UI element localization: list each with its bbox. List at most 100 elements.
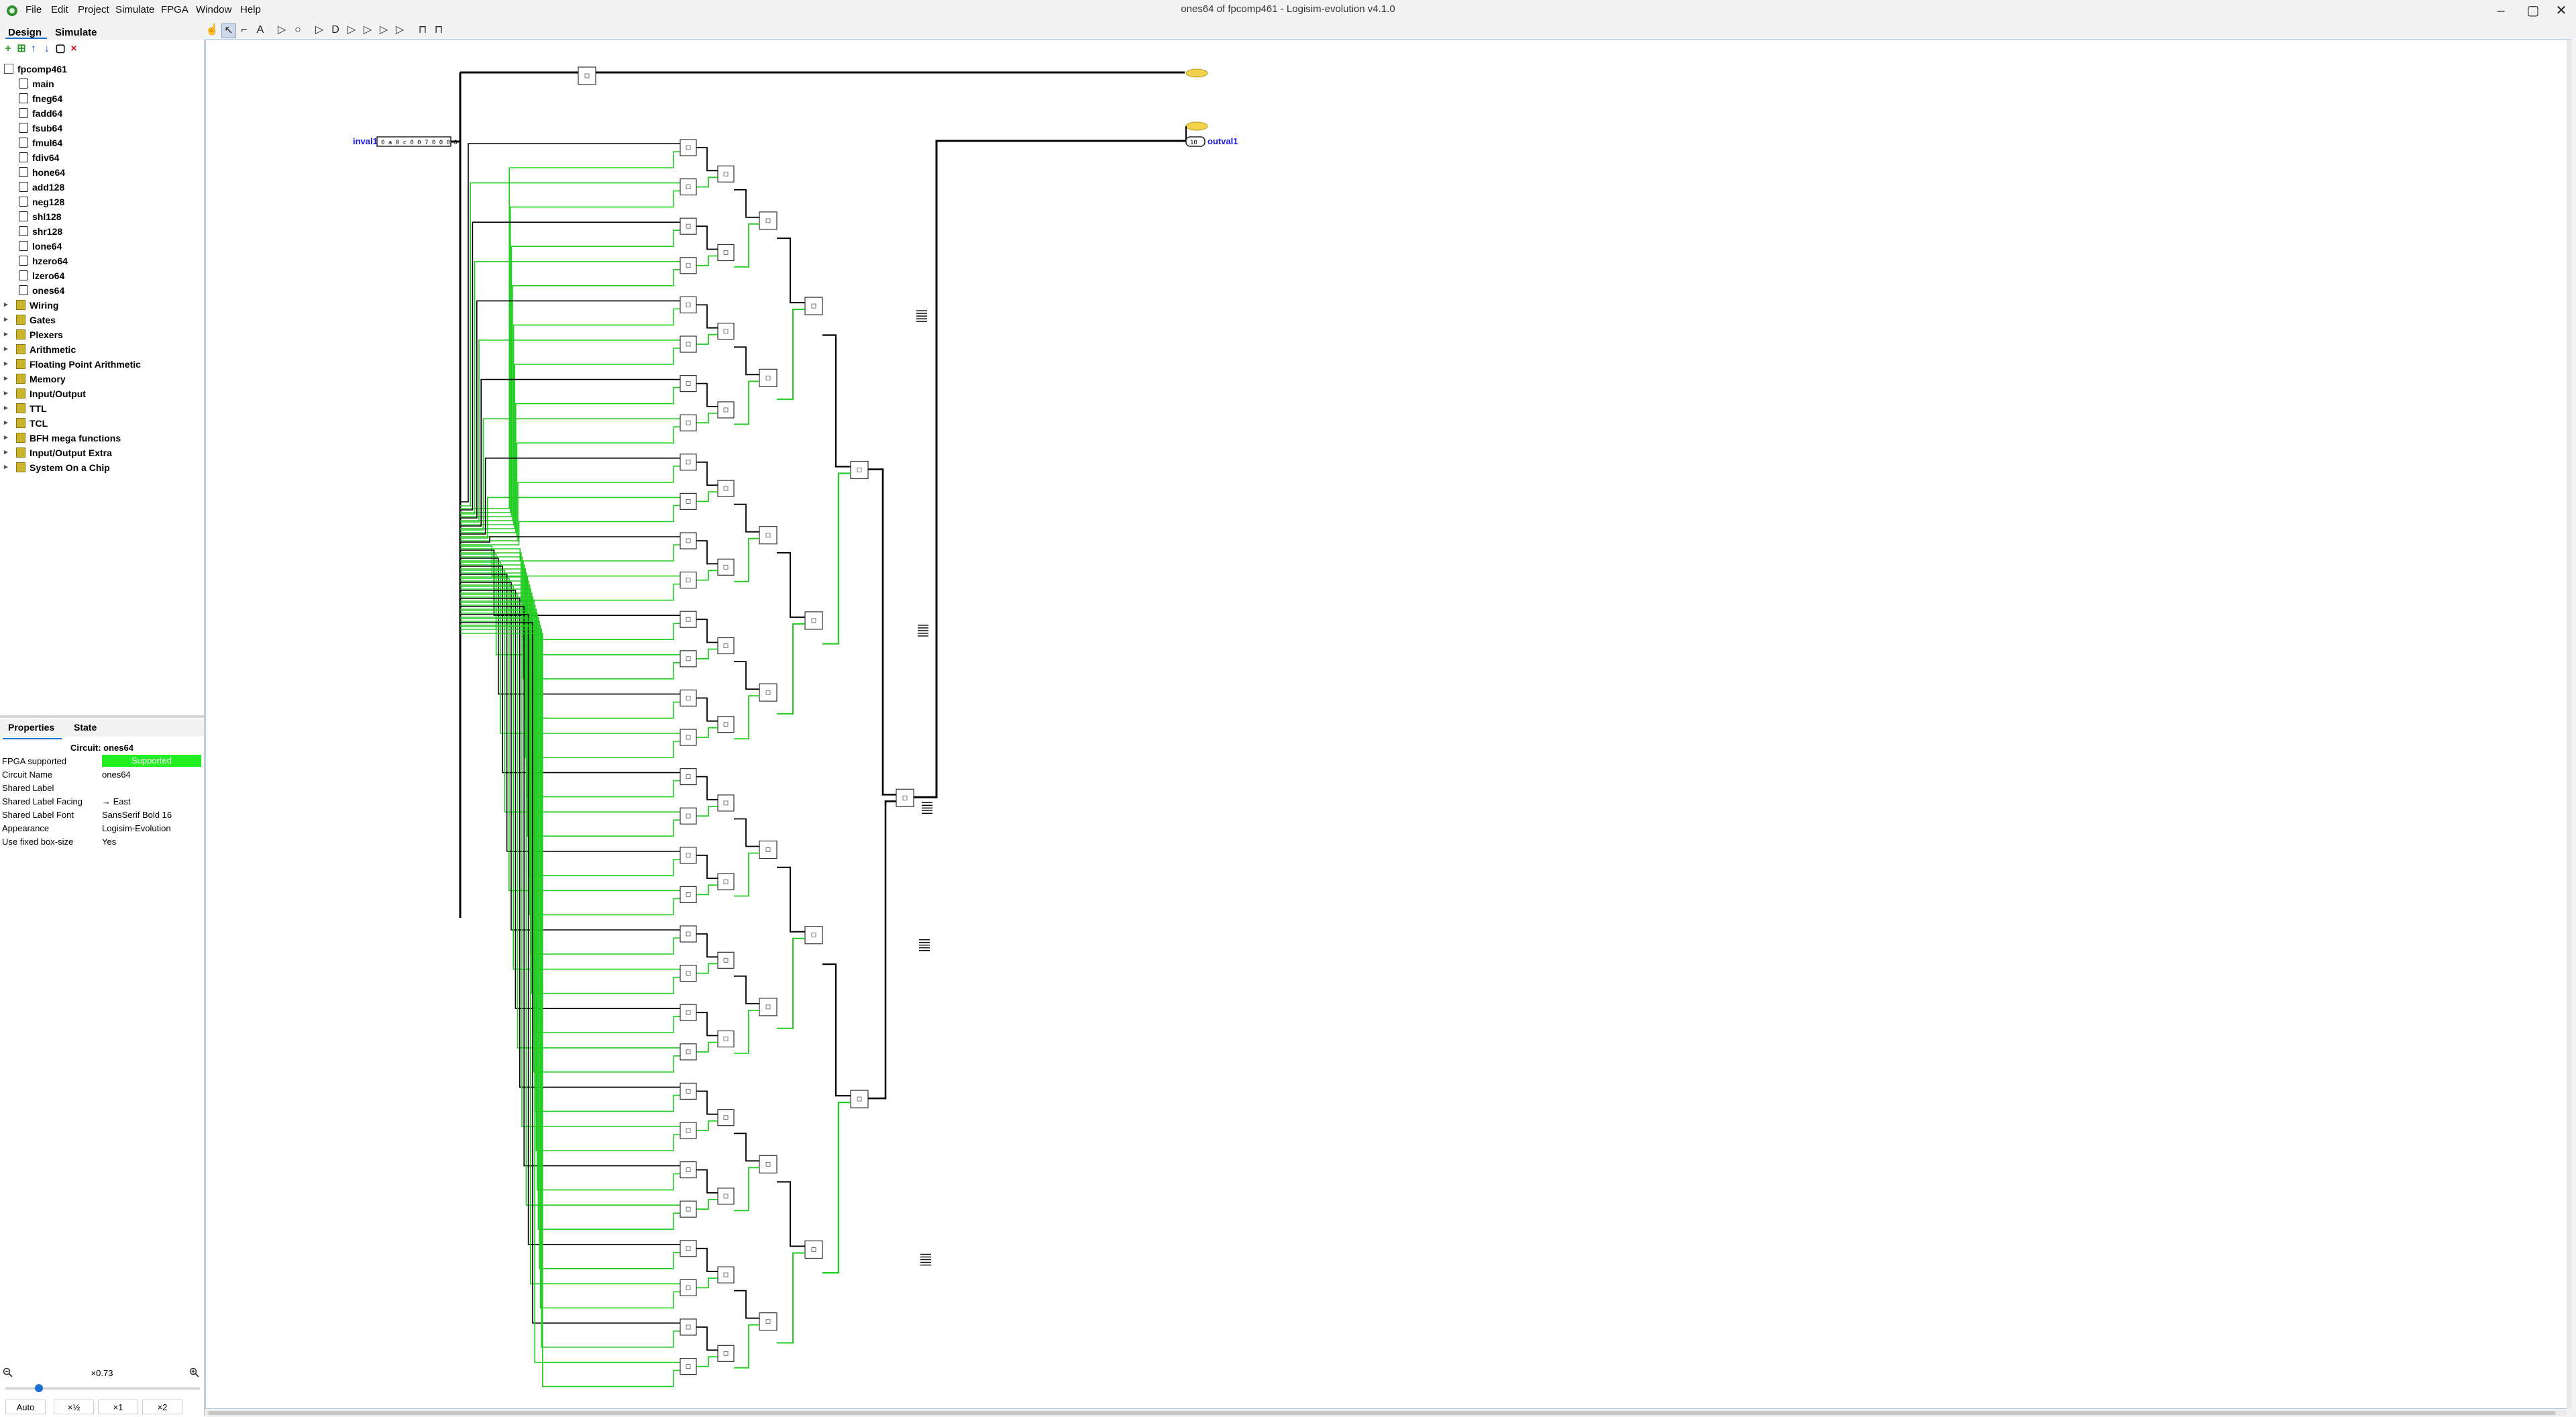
tree-circuit-fneg64[interactable]: fneg64 <box>0 91 204 106</box>
tab-properties[interactable]: Properties <box>8 722 54 733</box>
adder-l2 <box>717 637 735 655</box>
input-pin-icon[interactable]: ▷ <box>275 23 288 37</box>
zoom-auto-button[interactable]: Auto <box>5 1400 46 1414</box>
close-icon[interactable]: ✕ <box>2542 0 2576 21</box>
menu-project[interactable]: Project <box>78 4 109 15</box>
tree-library-6[interactable]: ▸ Input/Output <box>0 386 204 401</box>
property-row[interactable]: FPGA supported Supported <box>0 754 204 768</box>
tree-library-7[interactable]: ▸ TTL <box>0 401 204 416</box>
zoom-in-icon[interactable] <box>189 1367 200 1378</box>
nand-gate-icon[interactable]: ▷ <box>377 23 390 37</box>
property-value[interactable]: ones64 <box>102 770 131 780</box>
circuit-drawing[interactable]: 0 a 0 c 0 0 7 0 0 0 0 10 <box>205 39 2567 1408</box>
add-circuit-icon[interactable]: + <box>3 43 13 55</box>
menu-edit[interactable]: Edit <box>51 4 68 15</box>
xor-gate-icon[interactable]: ▷ <box>361 23 374 37</box>
tree-library-1[interactable]: ▸ Gates <box>0 313 204 327</box>
tab-design[interactable]: Design <box>8 27 42 38</box>
property-row[interactable]: Appearance Logisim-Evolution <box>0 821 204 835</box>
property-value[interactable]: → East <box>102 796 131 806</box>
and-gate-icon[interactable]: D <box>329 23 342 37</box>
tree-library-10[interactable]: ▸ Input/Output Extra <box>0 445 204 460</box>
zoom-1x-button[interactable]: ×1 <box>98 1400 138 1414</box>
tree-circuit-fdiv64[interactable]: fdiv64 <box>0 150 204 165</box>
tree-circuit-shr128[interactable]: shr128 <box>0 224 204 239</box>
add-vhdl-icon[interactable]: ⊞ <box>16 43 27 55</box>
tree-library-11[interactable]: ▸ System On a Chip <box>0 460 204 475</box>
move-down-icon[interactable]: ↓ <box>42 43 52 55</box>
property-row[interactable]: Shared Label Facing → East <box>0 794 204 808</box>
tool-extra-2-icon[interactable]: ⊓ <box>432 23 445 37</box>
tree-library-3[interactable]: ▸ Arithmetic <box>0 342 204 357</box>
property-row[interactable]: Use fixed box-size Yes <box>0 835 204 848</box>
tree-circuit-fadd64[interactable]: fadd64 <box>0 106 204 121</box>
vertical-scrollbar[interactable] <box>2567 40 2572 1409</box>
delete-icon[interactable]: × <box>68 43 79 55</box>
zoom-slider-thumb[interactable] <box>35 1384 43 1392</box>
menu-simulate[interactable]: Simulate <box>115 4 154 15</box>
expand-arrow-icon[interactable]: ▸ <box>4 433 8 441</box>
tree-circuit-neg128[interactable]: neg128 <box>0 195 204 209</box>
expand-arrow-icon[interactable]: ▸ <box>4 418 8 427</box>
tab-state[interactable]: State <box>74 722 97 733</box>
expand-arrow-icon[interactable]: ▸ <box>4 344 8 353</box>
menu-file[interactable]: File <box>25 4 42 15</box>
nor-gate-icon[interactable]: ▷ <box>393 23 407 37</box>
edit-appearance-icon[interactable]: ▢ <box>55 43 66 55</box>
circuit-icon <box>19 226 28 236</box>
tree-circuit-fmul64[interactable]: fmul64 <box>0 136 204 150</box>
tree-library-5[interactable]: ▸ Memory <box>0 372 204 386</box>
property-row[interactable]: Shared Label <box>0 781 204 794</box>
tree-library-9[interactable]: ▸ BFH mega functions <box>0 431 204 445</box>
adder-wire <box>734 537 759 582</box>
expand-arrow-icon[interactable]: ▸ <box>4 359 8 368</box>
property-row[interactable]: Circuit Name ones64 <box>0 768 204 781</box>
expand-arrow-icon[interactable]: ▸ <box>4 403 8 412</box>
menu-window[interactable]: Window <box>196 4 231 15</box>
tree-circuit-add128[interactable]: add128 <box>0 180 204 195</box>
zoom-half-button[interactable]: ×½ <box>54 1400 94 1414</box>
output-pin-icon[interactable]: ○ <box>291 23 305 37</box>
expand-arrow-icon[interactable]: ▸ <box>4 448 8 456</box>
library-folder-icon <box>16 433 25 443</box>
horizontal-scroll-thumb[interactable] <box>208 1411 2556 1415</box>
expand-arrow-icon[interactable]: ▸ <box>4 374 8 382</box>
tree-library-8[interactable]: ▸ TCL <box>0 416 204 431</box>
select-tool-icon[interactable]: ↖ <box>221 23 236 38</box>
property-row[interactable]: Shared Label Font SansSerif Bold 16 <box>0 808 204 821</box>
tree-circuit-fsub64[interactable]: fsub64 <box>0 121 204 136</box>
tree-circuit-ones64[interactable]: ones64 <box>0 283 204 298</box>
expand-arrow-icon[interactable]: ▸ <box>4 388 8 397</box>
poke-tool-icon[interactable]: ☝ <box>205 23 219 37</box>
zoom-2x-button[interactable]: ×2 <box>142 1400 182 1414</box>
menu-fpga[interactable]: FPGA <box>161 4 189 15</box>
text-tool-icon[interactable]: A <box>254 23 267 37</box>
tab-simulate[interactable]: Simulate <box>55 27 97 38</box>
tree-library-4[interactable]: ▸ Floating Point Arithmetic <box>0 357 204 372</box>
tree-circuit-hone64[interactable]: hone64 <box>0 165 204 180</box>
tool-extra-1-icon[interactable]: ⊓ <box>416 23 429 37</box>
menu-help[interactable]: Help <box>240 4 261 15</box>
tree-library-2[interactable]: ▸ Plexers <box>0 327 204 342</box>
property-value[interactable]: SansSerif Bold 16 <box>102 810 172 820</box>
panel-divider[interactable] <box>0 715 204 718</box>
expand-arrow-icon[interactable]: ▸ <box>4 329 8 338</box>
tree-project[interactable]: fpcomp461 <box>0 62 204 76</box>
tree-circuit-lone64[interactable]: lone64 <box>0 239 204 254</box>
expand-arrow-icon[interactable]: ▸ <box>4 300 8 309</box>
tree-circuit-shl128[interactable]: shl128 <box>0 209 204 224</box>
property-value[interactable]: Logisim-Evolution <box>102 823 171 833</box>
tree-library-0[interactable]: ▸ Wiring <box>0 298 204 313</box>
move-up-icon[interactable]: ↑ <box>28 43 39 55</box>
or-gate-icon[interactable]: ▷ <box>345 23 358 37</box>
adder-wire <box>696 382 718 407</box>
expand-arrow-icon[interactable]: ▸ <box>4 462 8 471</box>
tree-circuit-hzero64[interactable]: hzero64 <box>0 254 204 268</box>
property-value[interactable]: Yes <box>102 837 116 847</box>
tree-circuit-main[interactable]: main <box>0 76 204 91</box>
not-gate-icon[interactable]: ▷ <box>313 23 326 37</box>
expand-arrow-icon[interactable]: ▸ <box>4 315 8 323</box>
tree-circuit-lzero64[interactable]: lzero64 <box>0 268 204 283</box>
fpga-supported-badge[interactable]: Supported <box>102 755 201 767</box>
wire-tool-icon[interactable]: ⌐ <box>237 23 251 37</box>
